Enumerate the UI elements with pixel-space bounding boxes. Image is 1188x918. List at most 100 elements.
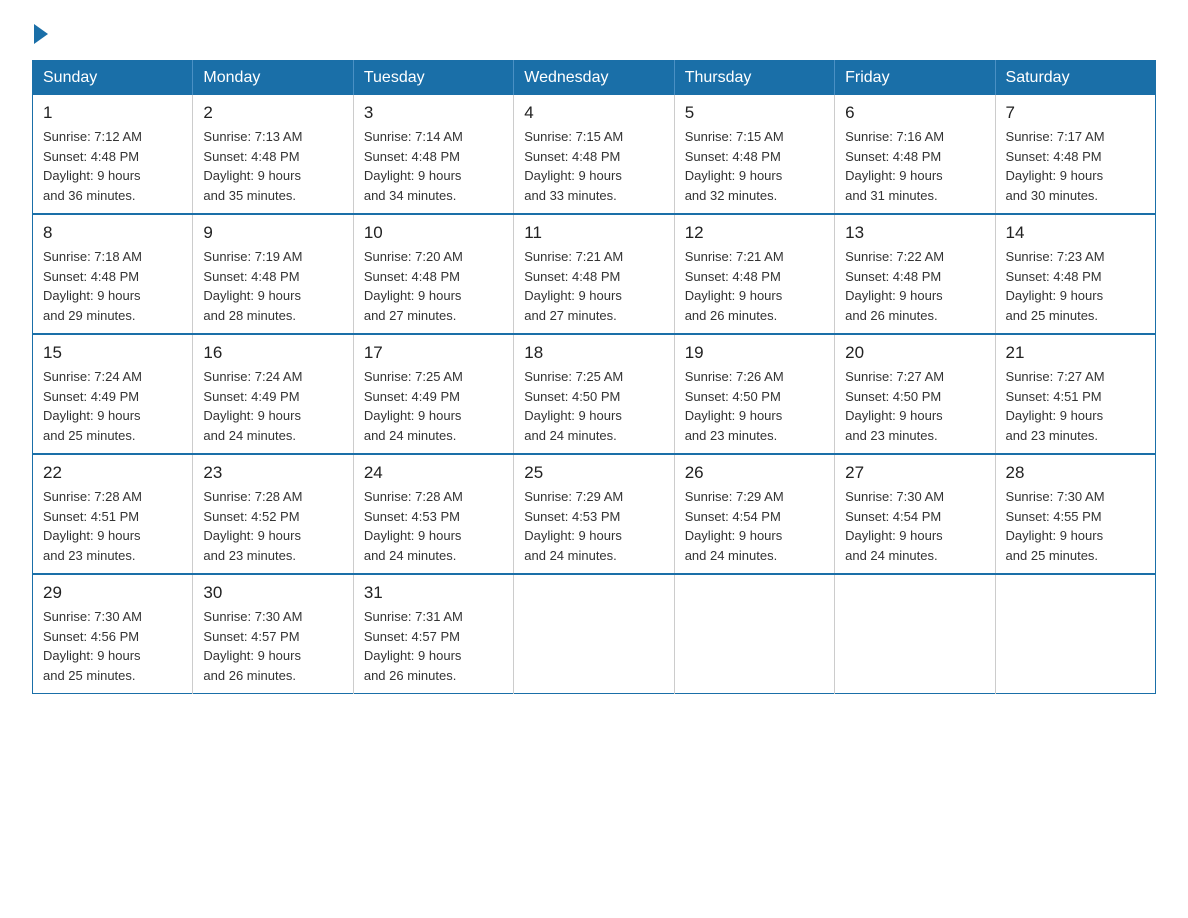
calendar-cell: 10 Sunrise: 7:20 AMSunset: 4:48 PMDaylig…: [353, 214, 513, 334]
day-info: Sunrise: 7:24 AMSunset: 4:49 PMDaylight:…: [203, 367, 342, 445]
day-info: Sunrise: 7:30 AMSunset: 4:54 PMDaylight:…: [845, 487, 984, 565]
calendar-cell: 8 Sunrise: 7:18 AMSunset: 4:48 PMDayligh…: [33, 214, 193, 334]
day-info: Sunrise: 7:13 AMSunset: 4:48 PMDaylight:…: [203, 127, 342, 205]
day-info: Sunrise: 7:30 AMSunset: 4:57 PMDaylight:…: [203, 607, 342, 685]
day-info: Sunrise: 7:16 AMSunset: 4:48 PMDaylight:…: [845, 127, 984, 205]
calendar-cell: 7 Sunrise: 7:17 AMSunset: 4:48 PMDayligh…: [995, 95, 1155, 214]
day-info: Sunrise: 7:24 AMSunset: 4:49 PMDaylight:…: [43, 367, 182, 445]
calendar-header-row: SundayMondayTuesdayWednesdayThursdayFrid…: [33, 61, 1156, 96]
day-number: 5: [685, 103, 824, 123]
logo: [32, 24, 48, 44]
week-row-4: 22 Sunrise: 7:28 AMSunset: 4:51 PMDaylig…: [33, 454, 1156, 574]
day-number: 18: [524, 343, 663, 363]
day-number: 14: [1006, 223, 1145, 243]
day-number: 24: [364, 463, 503, 483]
calendar-cell: 22 Sunrise: 7:28 AMSunset: 4:51 PMDaylig…: [33, 454, 193, 574]
day-info: Sunrise: 7:30 AMSunset: 4:55 PMDaylight:…: [1006, 487, 1145, 565]
day-info: Sunrise: 7:15 AMSunset: 4:48 PMDaylight:…: [685, 127, 824, 205]
day-info: Sunrise: 7:31 AMSunset: 4:57 PMDaylight:…: [364, 607, 503, 685]
day-number: 31: [364, 583, 503, 603]
day-header-tuesday: Tuesday: [353, 61, 513, 96]
day-number: 2: [203, 103, 342, 123]
day-info: Sunrise: 7:18 AMSunset: 4:48 PMDaylight:…: [43, 247, 182, 325]
day-info: Sunrise: 7:26 AMSunset: 4:50 PMDaylight:…: [685, 367, 824, 445]
day-number: 19: [685, 343, 824, 363]
day-number: 29: [43, 583, 182, 603]
day-number: 17: [364, 343, 503, 363]
calendar-cell: 12 Sunrise: 7:21 AMSunset: 4:48 PMDaylig…: [674, 214, 834, 334]
calendar-cell: 11 Sunrise: 7:21 AMSunset: 4:48 PMDaylig…: [514, 214, 674, 334]
calendar-cell: 6 Sunrise: 7:16 AMSunset: 4:48 PMDayligh…: [835, 95, 995, 214]
day-header-monday: Monday: [193, 61, 353, 96]
day-number: 21: [1006, 343, 1145, 363]
calendar-cell: 17 Sunrise: 7:25 AMSunset: 4:49 PMDaylig…: [353, 334, 513, 454]
calendar-cell: 24 Sunrise: 7:28 AMSunset: 4:53 PMDaylig…: [353, 454, 513, 574]
logo-arrow-icon: [34, 24, 48, 44]
calendar-cell: 15 Sunrise: 7:24 AMSunset: 4:49 PMDaylig…: [33, 334, 193, 454]
day-info: Sunrise: 7:25 AMSunset: 4:49 PMDaylight:…: [364, 367, 503, 445]
day-number: 30: [203, 583, 342, 603]
day-number: 13: [845, 223, 984, 243]
day-number: 3: [364, 103, 503, 123]
day-number: 15: [43, 343, 182, 363]
day-info: Sunrise: 7:29 AMSunset: 4:54 PMDaylight:…: [685, 487, 824, 565]
calendar-cell: 23 Sunrise: 7:28 AMSunset: 4:52 PMDaylig…: [193, 454, 353, 574]
calendar-cell: 21 Sunrise: 7:27 AMSunset: 4:51 PMDaylig…: [995, 334, 1155, 454]
day-number: 26: [685, 463, 824, 483]
day-number: 12: [685, 223, 824, 243]
day-info: Sunrise: 7:17 AMSunset: 4:48 PMDaylight:…: [1006, 127, 1145, 205]
day-header-friday: Friday: [835, 61, 995, 96]
day-info: Sunrise: 7:14 AMSunset: 4:48 PMDaylight:…: [364, 127, 503, 205]
day-info: Sunrise: 7:25 AMSunset: 4:50 PMDaylight:…: [524, 367, 663, 445]
calendar-cell: 4 Sunrise: 7:15 AMSunset: 4:48 PMDayligh…: [514, 95, 674, 214]
day-info: Sunrise: 7:23 AMSunset: 4:48 PMDaylight:…: [1006, 247, 1145, 325]
calendar-cell: 27 Sunrise: 7:30 AMSunset: 4:54 PMDaylig…: [835, 454, 995, 574]
day-number: 7: [1006, 103, 1145, 123]
week-row-1: 1 Sunrise: 7:12 AMSunset: 4:48 PMDayligh…: [33, 95, 1156, 214]
day-number: 20: [845, 343, 984, 363]
day-info: Sunrise: 7:21 AMSunset: 4:48 PMDaylight:…: [524, 247, 663, 325]
day-info: Sunrise: 7:21 AMSunset: 4:48 PMDaylight:…: [685, 247, 824, 325]
day-header-wednesday: Wednesday: [514, 61, 674, 96]
day-number: 1: [43, 103, 182, 123]
calendar-table: SundayMondayTuesdayWednesdayThursdayFrid…: [32, 60, 1156, 694]
header: [32, 24, 1156, 44]
calendar-cell: 25 Sunrise: 7:29 AMSunset: 4:53 PMDaylig…: [514, 454, 674, 574]
day-info: Sunrise: 7:30 AMSunset: 4:56 PMDaylight:…: [43, 607, 182, 685]
day-number: 8: [43, 223, 182, 243]
week-row-3: 15 Sunrise: 7:24 AMSunset: 4:49 PMDaylig…: [33, 334, 1156, 454]
calendar-cell: 19 Sunrise: 7:26 AMSunset: 4:50 PMDaylig…: [674, 334, 834, 454]
day-number: 9: [203, 223, 342, 243]
day-info: Sunrise: 7:29 AMSunset: 4:53 PMDaylight:…: [524, 487, 663, 565]
calendar-cell: 18 Sunrise: 7:25 AMSunset: 4:50 PMDaylig…: [514, 334, 674, 454]
day-header-saturday: Saturday: [995, 61, 1155, 96]
day-number: 10: [364, 223, 503, 243]
day-info: Sunrise: 7:27 AMSunset: 4:51 PMDaylight:…: [1006, 367, 1145, 445]
day-info: Sunrise: 7:15 AMSunset: 4:48 PMDaylight:…: [524, 127, 663, 205]
day-number: 4: [524, 103, 663, 123]
day-header-thursday: Thursday: [674, 61, 834, 96]
day-info: Sunrise: 7:28 AMSunset: 4:52 PMDaylight:…: [203, 487, 342, 565]
day-number: 23: [203, 463, 342, 483]
calendar-cell: 31 Sunrise: 7:31 AMSunset: 4:57 PMDaylig…: [353, 574, 513, 694]
calendar-cell: [674, 574, 834, 694]
calendar-cell: 13 Sunrise: 7:22 AMSunset: 4:48 PMDaylig…: [835, 214, 995, 334]
calendar-cell: 20 Sunrise: 7:27 AMSunset: 4:50 PMDaylig…: [835, 334, 995, 454]
calendar-cell: 5 Sunrise: 7:15 AMSunset: 4:48 PMDayligh…: [674, 95, 834, 214]
calendar-cell: [995, 574, 1155, 694]
calendar-cell: 1 Sunrise: 7:12 AMSunset: 4:48 PMDayligh…: [33, 95, 193, 214]
calendar-cell: 30 Sunrise: 7:30 AMSunset: 4:57 PMDaylig…: [193, 574, 353, 694]
day-info: Sunrise: 7:20 AMSunset: 4:48 PMDaylight:…: [364, 247, 503, 325]
calendar-cell: 16 Sunrise: 7:24 AMSunset: 4:49 PMDaylig…: [193, 334, 353, 454]
day-info: Sunrise: 7:27 AMSunset: 4:50 PMDaylight:…: [845, 367, 984, 445]
day-number: 6: [845, 103, 984, 123]
calendar-cell: 28 Sunrise: 7:30 AMSunset: 4:55 PMDaylig…: [995, 454, 1155, 574]
calendar-cell: 9 Sunrise: 7:19 AMSunset: 4:48 PMDayligh…: [193, 214, 353, 334]
day-info: Sunrise: 7:19 AMSunset: 4:48 PMDaylight:…: [203, 247, 342, 325]
calendar-cell: [835, 574, 995, 694]
calendar-cell: [514, 574, 674, 694]
day-info: Sunrise: 7:28 AMSunset: 4:53 PMDaylight:…: [364, 487, 503, 565]
day-info: Sunrise: 7:28 AMSunset: 4:51 PMDaylight:…: [43, 487, 182, 565]
day-number: 22: [43, 463, 182, 483]
day-number: 25: [524, 463, 663, 483]
